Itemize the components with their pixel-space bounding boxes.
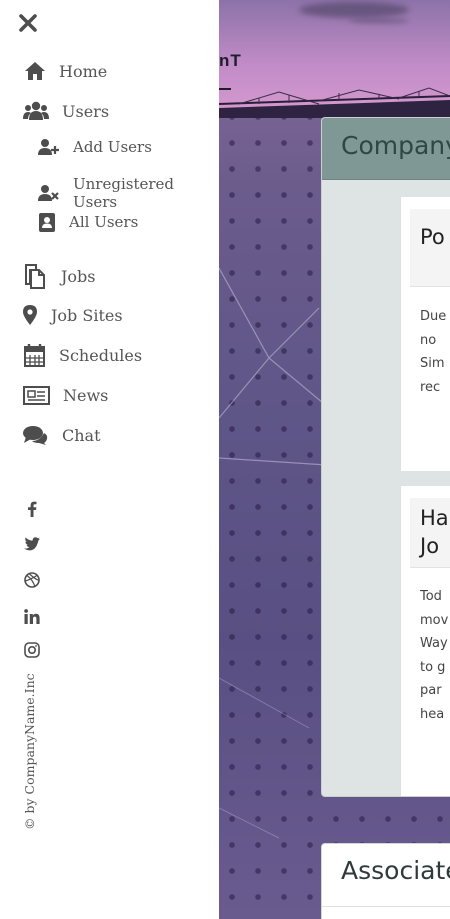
card-body: Due no Sim rec <box>420 305 446 399</box>
sidebar-item-home[interactable]: Home <box>23 60 107 82</box>
card-title: Po <box>420 225 445 249</box>
card-body-line: rec <box>420 379 441 395</box>
card-title-line: Ha <box>420 506 449 530</box>
sidebar-item-label: Job Sites <box>51 305 123 325</box>
dribbble-icon[interactable] <box>22 570 42 590</box>
card-body-line: par <box>420 683 442 698</box>
card-body-line: Way <box>420 636 448 651</box>
home-icon <box>23 60 47 82</box>
bridge-silhouette <box>219 87 450 118</box>
sidebar-item-label: Users <box>62 101 110 121</box>
close-icon[interactable] <box>17 12 39 34</box>
newspaper-icon <box>23 384 50 406</box>
card-body-line: Tod <box>420 589 442 604</box>
twitter-icon[interactable] <box>22 534 42 554</box>
sidebar-item-jobs[interactable]: Jobs <box>23 263 96 289</box>
card-body-line: to g <box>420 659 446 675</box>
address-book-icon <box>38 212 56 232</box>
card-body-line: Sim <box>420 356 445 371</box>
sidebar-item-add-users[interactable]: Add Users <box>38 137 152 157</box>
sidebar-item-all-users[interactable]: All Users <box>38 212 138 232</box>
sidebar-item-chat[interactable]: Chat <box>23 424 101 446</box>
sidebar-item-label: Home <box>59 61 108 81</box>
card-body-line: Due <box>420 309 447 324</box>
card-title-line: Jo <box>420 534 440 558</box>
sidebar-item-users[interactable]: Users <box>23 100 109 122</box>
sidebar-item-label: Schedules <box>59 345 143 365</box>
copyright-text: © by CompanyName.Inc <box>22 673 37 830</box>
header-banner-image <box>219 0 450 118</box>
brand-underline <box>219 88 231 90</box>
card-title: Ha Jo <box>420 504 449 560</box>
divider <box>322 906 450 907</box>
sidebar-item-label: All Users <box>69 213 139 231</box>
sidebar-item-label: Unregistered Users <box>73 175 175 211</box>
associates-panel: Associate <box>321 843 450 919</box>
comments-icon <box>23 424 48 446</box>
panel-title: Associate <box>341 856 450 885</box>
news-card[interactable]: Po Due no Sim rec <box>400 197 450 471</box>
sidebar-item-schedules[interactable]: Schedules <box>23 343 142 367</box>
sidebar-item-label: Jobs <box>61 266 96 286</box>
users-icon <box>23 100 49 122</box>
sidebar-item-label: Add Users <box>73 138 152 156</box>
card-body-line: mov <box>420 612 449 628</box>
sidebar: Home Users Add Users Unregistered Users … <box>0 0 219 919</box>
copy-icon <box>23 263 47 289</box>
instagram-icon[interactable] <box>22 640 42 660</box>
brand-fragment: nT <box>219 51 242 70</box>
card-body: Tod mov Way to g par hea <box>420 585 448 726</box>
linkedin-icon[interactable] <box>22 606 42 626</box>
calendar-icon <box>23 343 45 367</box>
sidebar-item-news[interactable]: News <box>23 384 108 406</box>
facebook-icon[interactable] <box>22 499 42 519</box>
sidebar-item-label: News <box>63 385 109 405</box>
card-body-line: no <box>420 332 437 348</box>
news-card[interactable]: Ha Jo Tod mov Way to g par hea <box>400 486 450 796</box>
map-marker-icon <box>23 304 37 326</box>
card-body-line: hea <box>420 706 445 722</box>
sidebar-item-job-sites[interactable]: Job Sites <box>23 304 123 326</box>
user-times-icon <box>38 183 60 203</box>
sidebar-item-unregistered-users[interactable]: Unregistered Users <box>38 175 219 211</box>
panel-header: Company <box>322 118 450 180</box>
company-panel: Company Po Due no Sim rec Ha Jo Tod mov … <box>321 117 450 797</box>
sidebar-item-label: Chat <box>62 425 101 445</box>
user-plus-icon <box>38 137 60 157</box>
panel-title: Company <box>341 131 450 160</box>
